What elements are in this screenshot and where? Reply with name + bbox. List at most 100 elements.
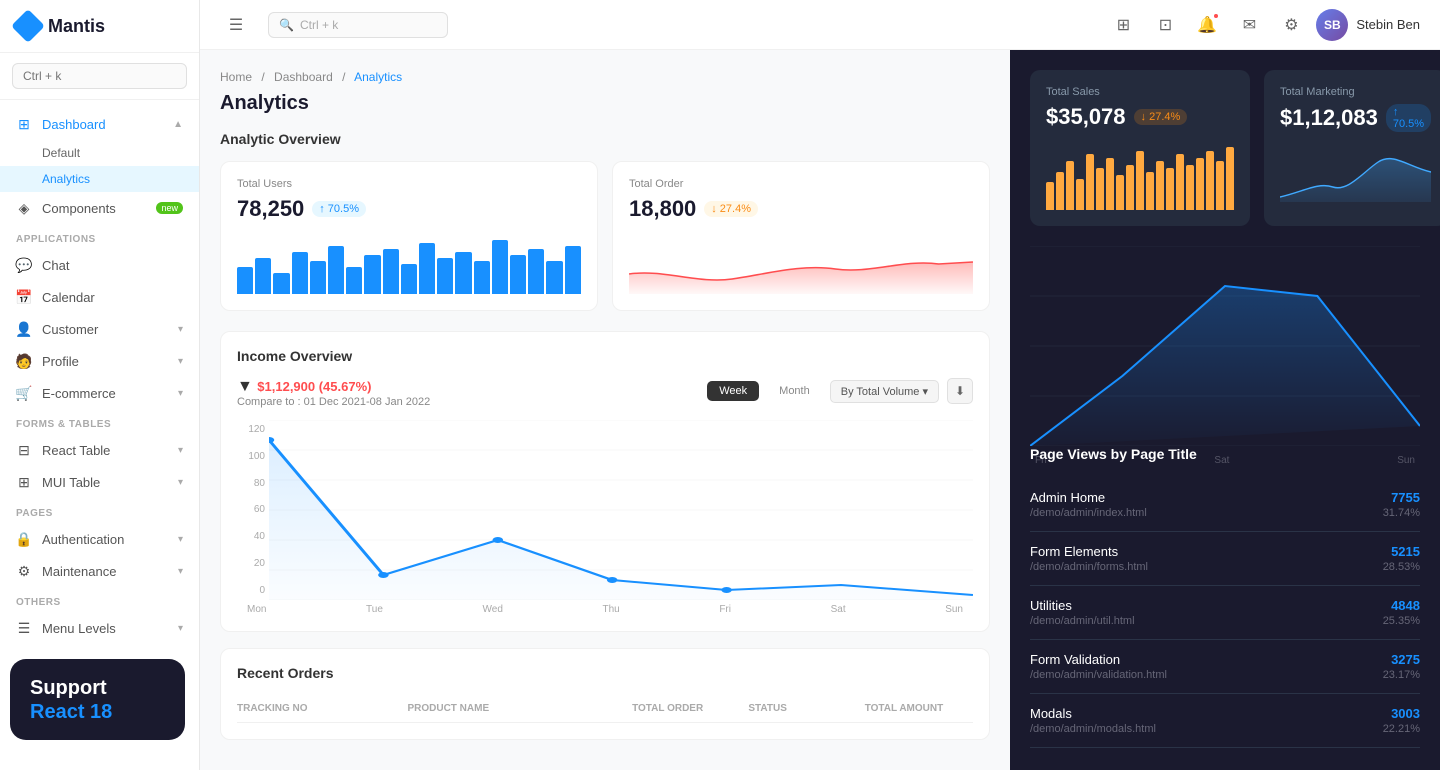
sidebar-item-chat[interactable]: 💬 Chat bbox=[0, 249, 199, 281]
support-subtitle: React 18 bbox=[30, 701, 165, 724]
stat-value: 18,800 bbox=[629, 196, 696, 222]
income-title: Income Overview bbox=[237, 348, 973, 364]
main-area: ☰ 🔍 Ctrl + k ⊞ ⊡ 🔔 ✉ ⚙ SB Stebin Ben Hom… bbox=[200, 0, 1440, 770]
breadcrumb-sep: / bbox=[342, 70, 345, 84]
sidebar-sub-default[interactable]: Default bbox=[0, 140, 199, 166]
dark-stat-badge: ↑ 70.5% bbox=[1386, 104, 1431, 132]
sidebar-item-maintenance[interactable]: ⚙ Maintenance ▾ bbox=[0, 555, 199, 587]
dark-stats-row: Total Sales $35,078 ↓ 27.4% Total Market… bbox=[1030, 70, 1420, 226]
y-label: 20 bbox=[237, 558, 265, 569]
sidebar-item-calendar[interactable]: 📅 Calendar bbox=[0, 281, 199, 313]
pv-top: Form Validation 3275 bbox=[1030, 652, 1420, 667]
logo[interactable]: Mantis bbox=[0, 0, 199, 53]
x-label-tue: Tue bbox=[366, 604, 383, 615]
sidebar-item-react-table[interactable]: ⊟ React Table ▾ bbox=[0, 434, 199, 466]
income-compare: Compare to : 01 Dec 2021-08 Jan 2022 bbox=[237, 396, 430, 408]
sidebar-item-mui-table[interactable]: ⊞ MUI Table ▾ bbox=[0, 466, 199, 498]
user-name[interactable]: Stebin Ben bbox=[1356, 17, 1420, 32]
calendar-icon: 📅 bbox=[16, 289, 32, 305]
section-forms: Forms & Tables bbox=[0, 409, 199, 434]
chevron-icon: ▾ bbox=[178, 566, 183, 577]
topbar-search[interactable]: 🔍 Ctrl + k bbox=[268, 12, 448, 38]
income-header: ▼ $1,12,900 (45.67%) Compare to : 01 Dec… bbox=[237, 378, 973, 408]
mail-icon-button[interactable]: ✉ bbox=[1232, 8, 1266, 42]
dashboard-icon: ⊞ bbox=[16, 116, 32, 132]
logo-text: Mantis bbox=[48, 16, 105, 37]
section-applications: Applications bbox=[0, 224, 199, 249]
chat-icon: 💬 bbox=[16, 257, 32, 273]
logo-icon bbox=[11, 9, 45, 43]
menu-toggle-button[interactable]: ☰ bbox=[220, 9, 252, 41]
page-view-item: Form Validation 3275 /demo/admin/validat… bbox=[1030, 640, 1420, 694]
stat-value: 78,250 bbox=[237, 196, 304, 222]
sidebar-item-authentication[interactable]: 🔒 Authentication ▾ bbox=[0, 523, 199, 555]
sidebar-item-ecommerce[interactable]: 🛒 E-commerce ▾ bbox=[0, 377, 199, 409]
week-button[interactable]: Week bbox=[707, 381, 759, 401]
y-label: 120 bbox=[237, 424, 265, 435]
sidebar-item-profile[interactable]: 🧑 Profile ▾ bbox=[0, 345, 199, 377]
breadcrumb-current: Analytics bbox=[354, 70, 402, 84]
search-input[interactable] bbox=[12, 63, 187, 89]
layout-icon-button[interactable]: ⊡ bbox=[1148, 8, 1182, 42]
pv-name: Modals bbox=[1030, 706, 1072, 721]
breadcrumb: Home / Dashboard / Analytics bbox=[220, 70, 990, 84]
breadcrumb-home[interactable]: Home bbox=[220, 70, 252, 84]
avatar[interactable]: SB bbox=[1316, 9, 1348, 41]
page-views-section: Page Views by Page Title Admin Home 7755… bbox=[1030, 446, 1420, 770]
pv-path: /demo/admin/validation.html bbox=[1030, 669, 1167, 681]
pv-name: Admin Home bbox=[1030, 490, 1105, 505]
pv-path: /demo/admin/modals.html bbox=[1030, 723, 1156, 735]
th-total-order: TOTAL ORDER bbox=[632, 703, 740, 714]
chevron-icon: ▾ bbox=[178, 324, 183, 335]
pv-count: 3275 bbox=[1391, 652, 1420, 667]
dark-stat-label: Total Sales bbox=[1046, 86, 1234, 98]
sidebar-sub-analytics[interactable]: Analytics bbox=[0, 166, 199, 192]
sidebar-item-label: Calendar bbox=[42, 290, 183, 305]
sidebar-item-dashboard[interactable]: ⊞ Dashboard ▲ bbox=[0, 108, 199, 140]
sidebar-item-label: Dashboard bbox=[42, 117, 163, 132]
bar-chart-users bbox=[237, 234, 581, 294]
settings-icon-button[interactable]: ⚙ bbox=[1274, 8, 1308, 42]
chevron-icon: ▾ bbox=[178, 388, 183, 399]
pv-count: 5215 bbox=[1391, 544, 1420, 559]
table2-icon: ⊞ bbox=[16, 474, 32, 490]
pv-top: Form Elements 5215 bbox=[1030, 544, 1420, 559]
dark-stat-value: $35,078 bbox=[1046, 104, 1126, 130]
pv-pct: 25.35% bbox=[1383, 615, 1420, 627]
sidebar-item-customer[interactable]: 👤 Customer ▾ bbox=[0, 313, 199, 345]
dark-stat-badge: ↓ 27.4% bbox=[1134, 109, 1188, 125]
section-others: Others bbox=[0, 587, 199, 612]
dark-stat-value-row: $35,078 ↓ 27.4% bbox=[1046, 104, 1234, 130]
content-left: Home / Dashboard / Analytics Analytics A… bbox=[200, 50, 1010, 770]
pv-pct: 22.21% bbox=[1383, 723, 1420, 735]
download-button[interactable]: ⬇ bbox=[947, 378, 973, 404]
sidebar-item-menu-levels[interactable]: ☰ Menu Levels ▾ bbox=[0, 612, 199, 644]
sidebar-item-label: MUI Table bbox=[42, 475, 168, 490]
breadcrumb-dashboard[interactable]: Dashboard bbox=[274, 70, 333, 84]
recent-orders-title: Recent Orders bbox=[237, 665, 973, 681]
dark-stat-value: $1,12,083 bbox=[1280, 105, 1378, 131]
recent-orders-card: Recent Orders TRACKING NO PRODUCT NAME T… bbox=[220, 648, 990, 740]
th-tracking: TRACKING NO bbox=[237, 703, 399, 714]
month-button[interactable]: Month bbox=[767, 381, 822, 401]
profile-icon: 🧑 bbox=[16, 353, 32, 369]
support-toast[interactable]: Support React 18 bbox=[10, 659, 185, 740]
y-label: 40 bbox=[237, 531, 265, 542]
y-label: 100 bbox=[237, 451, 265, 462]
pv-top: Admin Home 7755 bbox=[1030, 490, 1420, 505]
sidebar-item-label: Chat bbox=[42, 258, 183, 273]
table-header: TRACKING NO PRODUCT NAME TOTAL ORDER STA… bbox=[237, 695, 973, 723]
stat-value-row: 78,250 ↑ 70.5% bbox=[237, 196, 581, 222]
stat-card-order: Total Order 18,800 ↓ 27.4% bbox=[612, 161, 990, 311]
dark-stat-card-sales: Total Sales $35,078 ↓ 27.4% bbox=[1030, 70, 1250, 226]
grid-icon-button[interactable]: ⊞ bbox=[1106, 8, 1140, 42]
volume-dropdown[interactable]: By Total Volume ▾ bbox=[830, 380, 939, 403]
sidebar-item-components[interactable]: ◈ Components new bbox=[0, 192, 199, 224]
chart-x-labels: Mon Tue Wed Thu Fri Sat Sun bbox=[237, 604, 973, 615]
pv-path: /demo/admin/forms.html bbox=[1030, 561, 1148, 573]
th-product: PRODUCT NAME bbox=[407, 703, 624, 714]
bell-icon-button[interactable]: 🔔 bbox=[1190, 8, 1224, 42]
stat-card-users: Total Users 78,250 ↑ 70.5% bbox=[220, 161, 598, 311]
new-badge: new bbox=[156, 202, 183, 214]
page-view-item: Utilities 4848 /demo/admin/util.html 25.… bbox=[1030, 586, 1420, 640]
